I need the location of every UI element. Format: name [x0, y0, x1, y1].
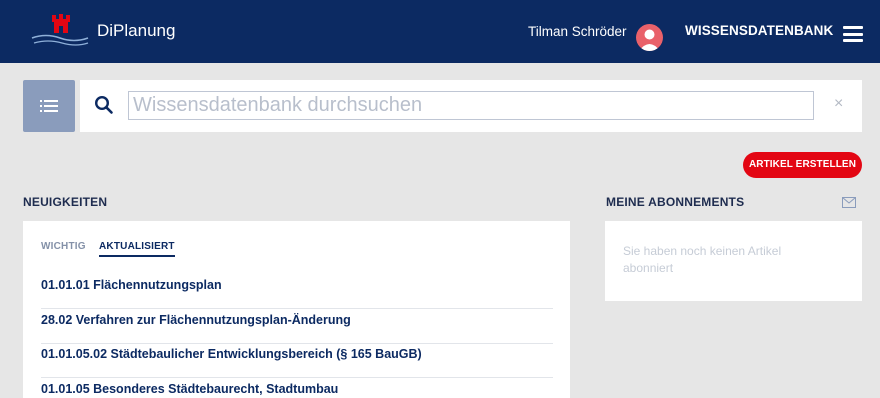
clear-search-icon[interactable]: × [834, 95, 843, 113]
subscriptions-empty-text: Sie haben noch keinen Artikel abonniert [623, 244, 782, 275]
tab-wichtig[interactable]: WICHTIG [41, 241, 86, 252]
tab-aktualisiert[interactable]: AKTUALISIERT [99, 241, 175, 257]
user-name[interactable]: Tilman Schröder [528, 24, 627, 39]
news-list-item[interactable]: 28.02 Verfahren zur Flächennutzungsplan-… [41, 309, 553, 344]
subscriptions-heading: MEINE ABONNEMENTS [606, 195, 745, 209]
section-title[interactable]: WISSENSDATENBANK [685, 23, 833, 38]
news-list-item[interactable]: 01.01.05 Besonderes Städtebaurecht, Stad… [41, 378, 553, 398]
app-brand[interactable]: DiPlanung [97, 21, 175, 41]
search-bar: × [80, 80, 862, 132]
search-icon[interactable] [94, 95, 114, 115]
user-avatar-icon[interactable] [636, 24, 663, 51]
list-icon [40, 100, 58, 112]
news-panel: WICHTIG AKTUALISIERT 01.01.01 Flächennut… [23, 221, 570, 398]
list-view-toggle-button[interactable] [23, 80, 75, 132]
search-input[interactable] [128, 91, 814, 120]
create-article-button[interactable]: ARTIKEL ERSTELLEN [743, 152, 862, 178]
hamburg-logo-icon[interactable] [30, 14, 90, 50]
news-heading: NEUIGKEITEN [23, 195, 108, 209]
news-list-item[interactable]: 01.01.01 Flächennutzungsplan [41, 274, 553, 309]
hamburger-menu-icon[interactable] [843, 26, 863, 42]
subscriptions-panel: Sie haben noch keinen Artikel abonniert [605, 221, 862, 301]
mail-icon[interactable] [842, 197, 856, 208]
top-bar: DiPlanung Tilman Schröder WISSENSDATENBA… [0, 0, 880, 63]
news-list-item[interactable]: 01.01.05.02 Städtebaulicher Entwicklungs… [41, 343, 553, 378]
